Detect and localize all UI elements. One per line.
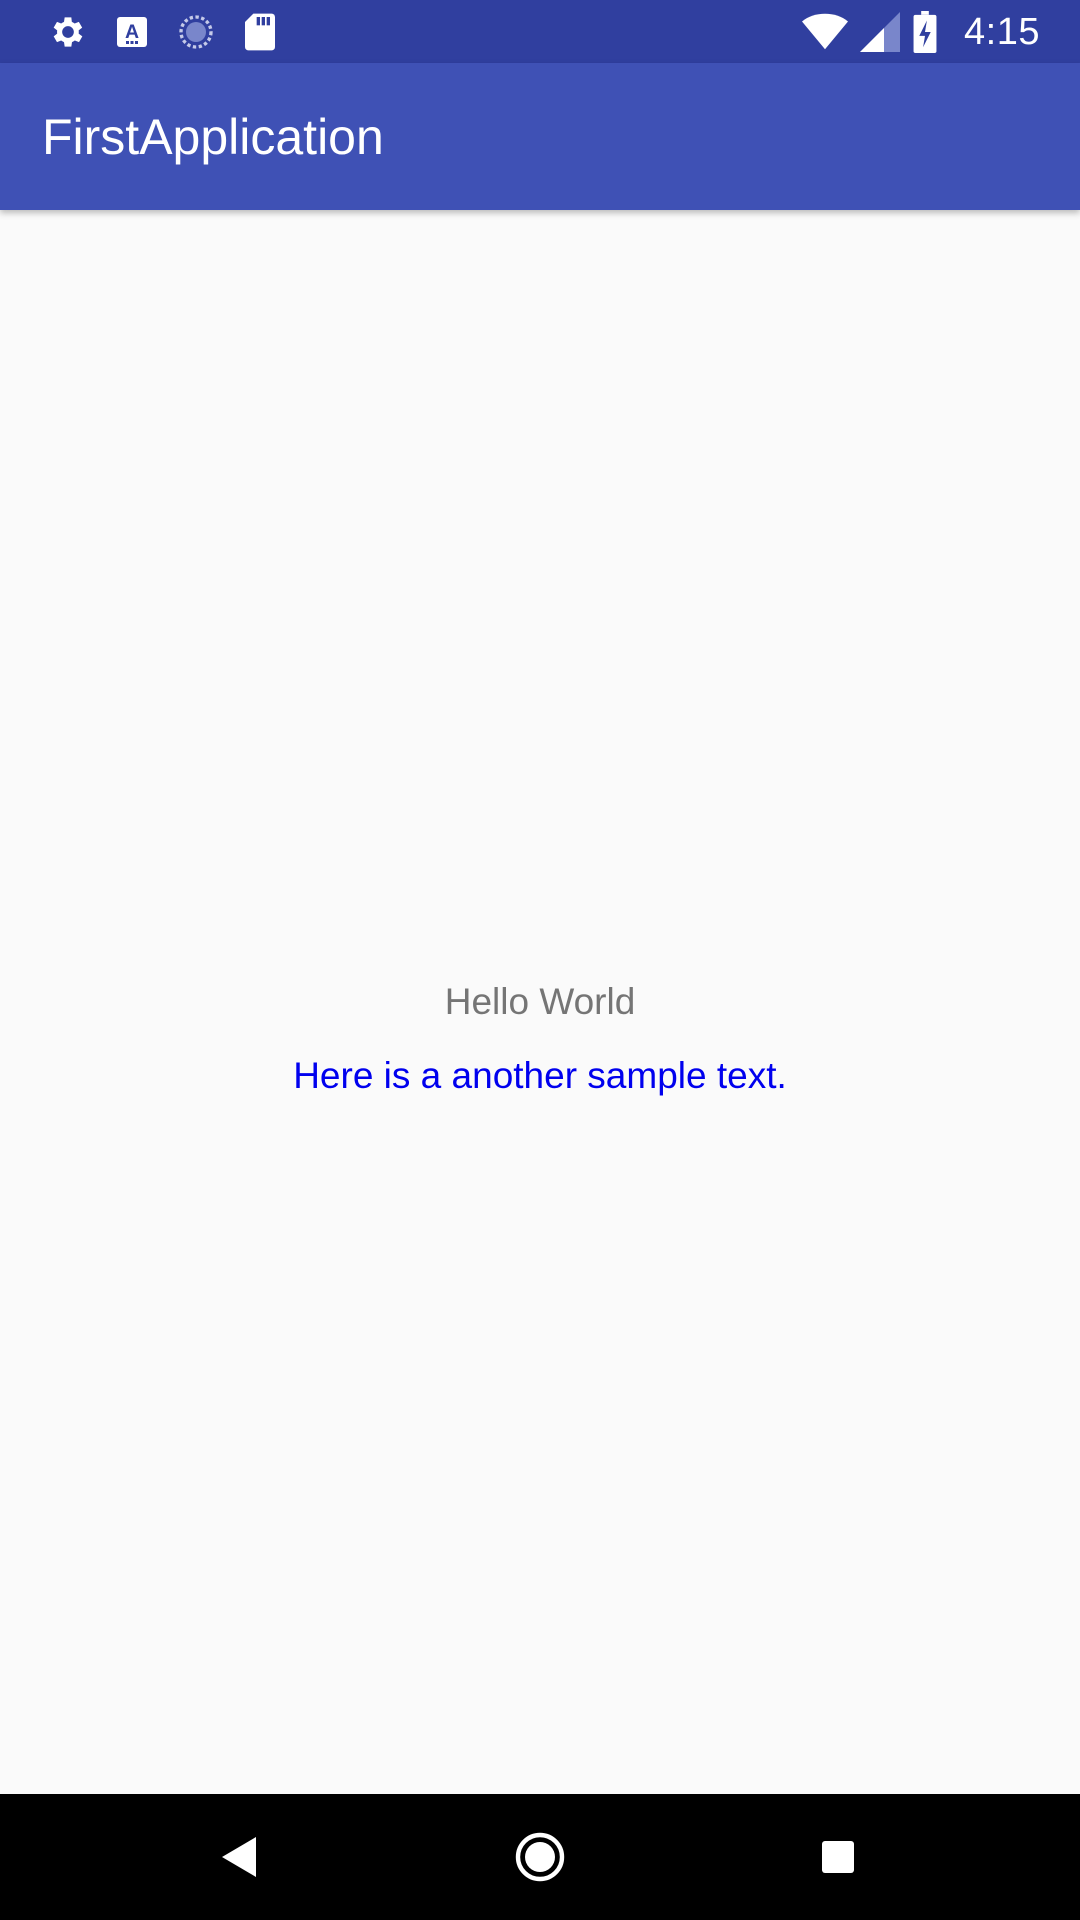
recent-apps-icon — [822, 1841, 854, 1873]
main-content: Hello World Here is a another sample tex… — [0, 210, 1080, 1794]
sd-card-icon — [242, 12, 278, 52]
system-status-icons: 4:15 — [802, 10, 1040, 54]
app-bar: FirstApplication — [0, 63, 1080, 210]
sample-text: Here is a another sample text. — [293, 1055, 787, 1096]
navigation-bar — [0, 1794, 1080, 1920]
back-button[interactable] — [200, 1817, 280, 1897]
recent-apps-button[interactable] — [798, 1817, 878, 1897]
gear-icon — [48, 12, 88, 52]
phone-screen: A 4:15 FirstApplication Hello World Here… — [0, 0, 1080, 1920]
back-icon — [222, 1837, 256, 1877]
hello-world-text: Hello World — [444, 981, 636, 1022]
home-button[interactable] — [500, 1817, 580, 1897]
status-bar: A 4:15 — [0, 0, 1080, 63]
battery-charging-icon — [912, 11, 938, 53]
wifi-icon — [802, 12, 849, 52]
cell-signal-icon — [860, 12, 901, 52]
notification-icons: A — [48, 12, 278, 52]
sync-progress-icon — [176, 12, 216, 52]
svg-text:A: A — [125, 21, 139, 43]
font-a-icon: A — [114, 14, 150, 50]
clock: 4:15 — [964, 10, 1040, 53]
app-title: FirstApplication — [42, 109, 384, 165]
home-icon — [515, 1832, 565, 1882]
